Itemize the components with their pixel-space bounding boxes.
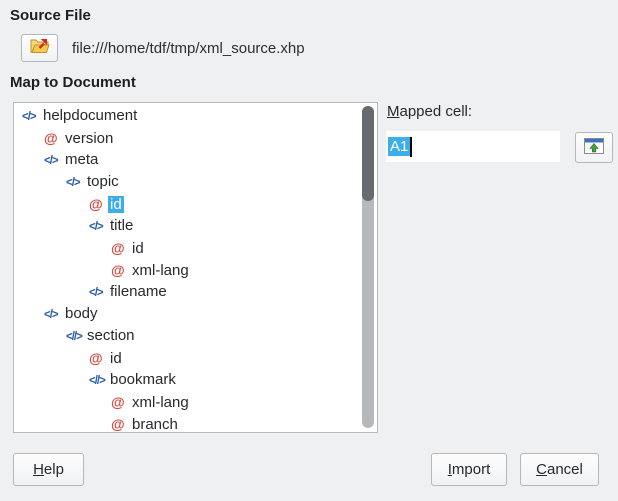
tree-item-id[interactable]: @id: [14, 237, 377, 259]
tree-item-label: helpdocument: [41, 107, 139, 124]
tree-item-xml-lang[interactable]: @xml-lang: [14, 259, 377, 281]
mapped-cell-label: Mapped cell:: [387, 103, 472, 120]
tree-item-filename[interactable]: </>filename: [14, 281, 377, 303]
map-to-document-heading: Map to Document: [10, 74, 136, 91]
mapped-cell-input[interactable]: A1: [386, 131, 560, 162]
tree-item-label: meta: [63, 151, 100, 168]
attribute-icon: @: [44, 127, 63, 149]
attribute-icon: @: [89, 193, 108, 215]
tree-item-body[interactable]: </>body: [14, 303, 377, 325]
tree-item-label: title: [108, 217, 135, 234]
attribute-icon: @: [111, 237, 130, 259]
xml-mapping-tree: </>helpdocument @version </>meta </>topi…: [13, 102, 378, 433]
tree-item-label: xml-lang: [130, 394, 191, 411]
element-icon: </>: [44, 150, 63, 172]
tree-item-helpdocument[interactable]: </>helpdocument: [14, 105, 377, 127]
tree-item-branch[interactable]: @branch: [14, 413, 377, 433]
element-icon: </>: [66, 172, 85, 194]
tree-item-label: version: [63, 130, 115, 147]
tree-item-label: id: [130, 240, 146, 257]
help-button[interactable]: Help: [13, 453, 84, 486]
xml-source-dialog: Source File file:///home/tdf/tmp/xml_sou…: [0, 0, 618, 501]
tree-item-bookmark[interactable]: <//>bookmark: [14, 369, 377, 391]
attribute-icon: @: [111, 391, 130, 413]
text-caret: [410, 137, 412, 157]
import-button[interactable]: Import: [431, 453, 507, 486]
element-icon: </>: [89, 216, 108, 238]
mapped-cell-value: A1: [388, 137, 410, 156]
tree-item-label: filename: [108, 283, 169, 300]
tree-scrollbar-thumb[interactable]: [362, 106, 374, 201]
repeating-element-icon: <//>: [89, 370, 108, 392]
attribute-icon: @: [89, 347, 108, 369]
tree-scrollbar[interactable]: [362, 106, 374, 428]
element-icon: </>: [22, 106, 41, 128]
attribute-icon: @: [111, 413, 130, 433]
tree-item-label-selected: id: [108, 196, 124, 213]
source-file-heading: Source File: [10, 7, 91, 24]
tree-item-xml-lang2[interactable]: @xml-lang: [14, 391, 377, 413]
tree-item-id-selected[interactable]: @id: [14, 193, 377, 215]
tree-item-label: bookmark: [108, 371, 178, 388]
cancel-button[interactable]: Cancel: [520, 453, 599, 486]
tree-item-label: body: [63, 305, 100, 322]
tree-item-id2[interactable]: @id: [14, 347, 377, 369]
tree-item-label: xml-lang: [130, 262, 191, 279]
tree-item-label: topic: [85, 173, 121, 190]
attribute-icon: @: [111, 259, 130, 281]
tree-rows: </>helpdocument @version </>meta </>topi…: [14, 103, 377, 433]
tree-item-label: id: [108, 350, 124, 367]
tree-item-label: branch: [130, 416, 180, 433]
open-folder-icon: [29, 37, 51, 59]
browse-source-file-button[interactable]: [21, 34, 58, 62]
element-icon: </>: [89, 282, 108, 304]
repeating-element-icon: <//>: [66, 326, 85, 348]
tree-item-topic[interactable]: </>topic: [14, 171, 377, 193]
source-file-path: file:///home/tdf/tmp/xml_source.xhp: [72, 40, 305, 57]
tree-item-meta[interactable]: </>meta: [14, 149, 377, 171]
shrink-selection-icon: [584, 138, 604, 158]
shrink-selection-button[interactable]: [575, 132, 613, 163]
tree-item-section[interactable]: <//>section: [14, 325, 377, 347]
tree-item-version[interactable]: @version: [14, 127, 377, 149]
tree-item-title[interactable]: </>title: [14, 215, 377, 237]
element-icon: </>: [44, 304, 63, 326]
tree-item-label: section: [85, 327, 137, 344]
